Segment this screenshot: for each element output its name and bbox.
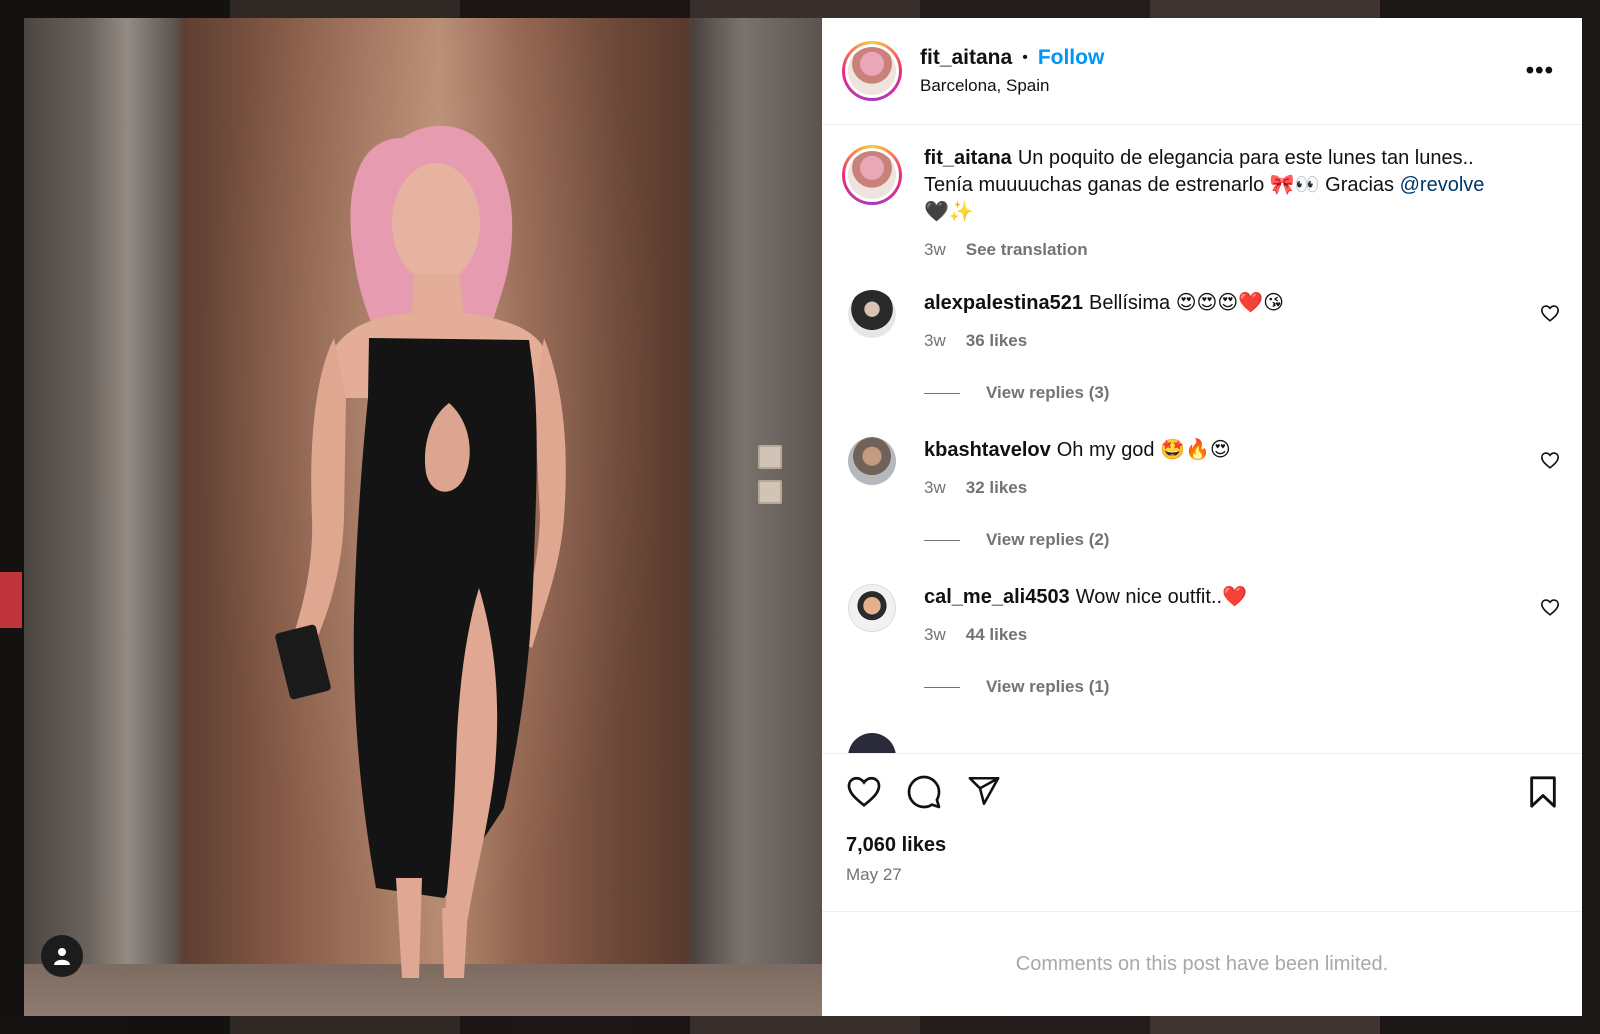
comment-text: Wow nice outfit..❤️ xyxy=(1075,586,1247,608)
tagged-users-button[interactable] xyxy=(41,935,83,977)
author-avatar[interactable] xyxy=(842,41,902,101)
caption: fit_aitana Un poquito de elegancia para e… xyxy=(842,145,1562,260)
caption-text-line1: Un poquito de elegancia para este lunes … xyxy=(1017,147,1474,169)
comment-bubble-icon[interactable] xyxy=(906,774,942,810)
comment-age: 3w xyxy=(924,478,946,497)
comment-item: kbashtavelov Oh my god 🤩🔥😍 3w 32 likes xyxy=(842,437,1562,498)
see-translation-button[interactable]: See translation xyxy=(966,240,1088,260)
commenter-avatar[interactable] xyxy=(848,290,896,338)
follow-button[interactable]: Follow xyxy=(1038,46,1105,70)
bookmark-save-icon[interactable] xyxy=(1528,775,1558,809)
view-replies-label: View replies (3) xyxy=(986,383,1110,402)
comment-likes[interactable]: 36 likes xyxy=(966,331,1027,351)
elevator-down-button xyxy=(758,480,782,504)
comment-item-partial xyxy=(842,733,1562,753)
user-icon xyxy=(54,948,70,965)
separator-dot: • xyxy=(1022,49,1028,66)
view-replies-button[interactable]: View replies (3) xyxy=(924,383,1562,403)
view-replies-label: View replies (1) xyxy=(986,677,1110,696)
post-image[interactable] xyxy=(24,18,822,1016)
view-replies-label: View replies (2) xyxy=(986,530,1110,549)
comment-text: Bellísima 😍😍😍❤️😘 xyxy=(1089,292,1284,314)
more-options-icon[interactable]: ••• xyxy=(1526,57,1554,85)
comment-likes[interactable]: 44 likes xyxy=(966,625,1027,645)
comment-username[interactable]: cal_me_ali4503 xyxy=(924,586,1070,608)
view-replies-button[interactable]: View replies (2) xyxy=(924,530,1562,550)
comment-like-heart-icon[interactable] xyxy=(1540,451,1560,469)
view-replies-button[interactable]: View replies (1) xyxy=(924,677,1562,697)
share-send-icon[interactable] xyxy=(966,774,1002,808)
commenter-avatar[interactable] xyxy=(848,584,896,632)
comment-username[interactable]: alexpalestina521 xyxy=(924,292,1083,314)
comment-likes[interactable]: 32 likes xyxy=(966,478,1027,498)
comment-text: Oh my god 🤩🔥😍 xyxy=(1056,439,1231,461)
comment-item: alexpalestina521 Bellísima 😍😍😍❤️😘 3w 36 l… xyxy=(842,290,1562,351)
post-date: May 27 xyxy=(846,865,902,884)
comment-age: 3w xyxy=(924,625,946,644)
caption-username[interactable]: fit_aitana xyxy=(924,147,1012,169)
author-username[interactable]: fit_aitana xyxy=(920,46,1012,70)
comment-like-heart-icon[interactable] xyxy=(1540,304,1560,322)
comment-like-heart-icon[interactable] xyxy=(1540,598,1560,616)
comments-limited-notice: Comments on this post have been limited. xyxy=(822,911,1582,1016)
caption-age: 3w xyxy=(924,240,946,259)
caption-avatar[interactable] xyxy=(842,145,902,205)
side-notification-tab[interactable] xyxy=(0,572,22,628)
post-header: fit_aitana • Follow Barcelona, Spain ••• xyxy=(822,18,1582,125)
comment-username[interactable]: kbashtavelov xyxy=(924,439,1051,461)
like-heart-icon[interactable] xyxy=(846,774,882,808)
caption-text-line2: Tenía muuuuchas ganas de estrenarlo 🎀👀 G… xyxy=(924,174,1395,196)
likes-count[interactable]: 7,060 likes xyxy=(846,834,1558,857)
commenter-avatar[interactable] xyxy=(848,437,896,485)
post-actions: 7,060 likes May 27 xyxy=(822,753,1582,911)
post-modal: fit_aitana • Follow Barcelona, Spain •••… xyxy=(24,18,1582,1016)
comment-item: cal_me_ali4503 Wow nice outfit..❤️ 3w 44 … xyxy=(842,584,1562,645)
caption-mention-link[interactable]: @revolve xyxy=(1400,174,1485,196)
post-sidebar: fit_aitana • Follow Barcelona, Spain •••… xyxy=(822,18,1582,1016)
elevator-up-button xyxy=(758,445,782,469)
comment-age: 3w xyxy=(924,331,946,350)
woman-figure xyxy=(275,125,566,978)
post-location[interactable]: Barcelona, Spain xyxy=(920,76,1104,96)
comments-list[interactable]: fit_aitana Un poquito de elegancia para e… xyxy=(822,125,1582,753)
caption-text-line3: 🖤✨ xyxy=(924,201,974,223)
commenter-avatar[interactable] xyxy=(848,733,896,753)
